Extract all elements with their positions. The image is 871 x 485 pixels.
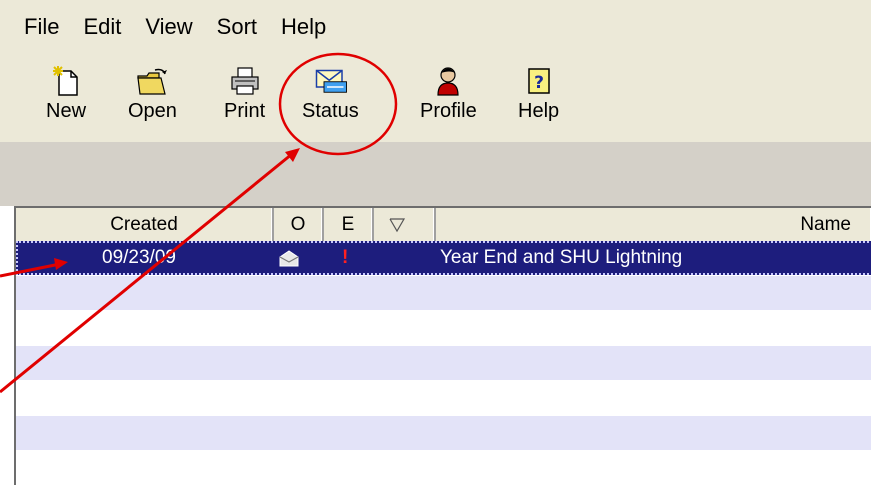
open-envelope-icon xyxy=(278,241,300,275)
print-button[interactable]: Print xyxy=(224,64,265,123)
empty-row xyxy=(16,346,871,380)
new-button[interactable]: New xyxy=(46,64,86,123)
open-folder-icon xyxy=(134,64,170,98)
empty-row xyxy=(16,310,871,344)
help-button[interactable]: ? Help xyxy=(518,64,559,123)
profile-button[interactable]: Profile xyxy=(420,64,477,123)
toolbar-separator-band xyxy=(0,142,871,206)
empty-row xyxy=(16,380,871,414)
svg-text:?: ? xyxy=(534,73,544,93)
empty-row xyxy=(16,416,871,450)
column-header-o[interactable]: O xyxy=(274,208,324,241)
printer-icon xyxy=(227,64,263,98)
menu-view[interactable]: View xyxy=(133,0,204,54)
row-created: 09/23/09 xyxy=(102,247,176,268)
column-header-e[interactable]: E xyxy=(324,208,374,241)
message-list[interactable]: Created O E Name 09/23/09 ! Year End and… xyxy=(14,206,871,485)
help-button-label: Help xyxy=(518,100,560,122)
menu-edit[interactable]: Edit xyxy=(71,0,133,54)
help-icon: ? xyxy=(521,64,557,98)
menu-bar: File Edit View Sort Help xyxy=(0,0,871,55)
person-icon xyxy=(430,64,466,98)
new-document-icon xyxy=(48,64,84,98)
profile-button-label: Profile xyxy=(420,100,477,122)
empty-row xyxy=(16,276,871,310)
open-button-label: Open xyxy=(128,100,177,122)
menu-file[interactable]: File xyxy=(0,0,71,54)
menu-sort[interactable]: Sort xyxy=(205,0,269,54)
column-header-name[interactable]: Name xyxy=(436,208,871,241)
status-button-label: Status xyxy=(302,100,359,122)
empty-row xyxy=(16,450,871,484)
column-header-flag[interactable] xyxy=(374,208,436,241)
envelope-icon xyxy=(312,64,348,98)
row-name: Year End and SHU Lightning xyxy=(440,247,683,268)
open-button[interactable]: Open xyxy=(128,64,177,123)
print-button-label: Print xyxy=(224,100,266,122)
toolbar: New Open Print Status Profile ? Help xyxy=(0,54,871,143)
row-priority: ! xyxy=(342,247,349,268)
column-header-created[interactable]: Created xyxy=(16,208,274,241)
list-header: Created O E Name xyxy=(16,208,871,242)
new-button-label: New xyxy=(46,100,87,122)
menu-help[interactable]: Help xyxy=(269,0,338,54)
flag-column-icon xyxy=(389,214,406,235)
status-button[interactable]: Status xyxy=(302,64,359,123)
table-row[interactable]: 09/23/09 ! Year End and SHU Lightning xyxy=(16,241,871,275)
